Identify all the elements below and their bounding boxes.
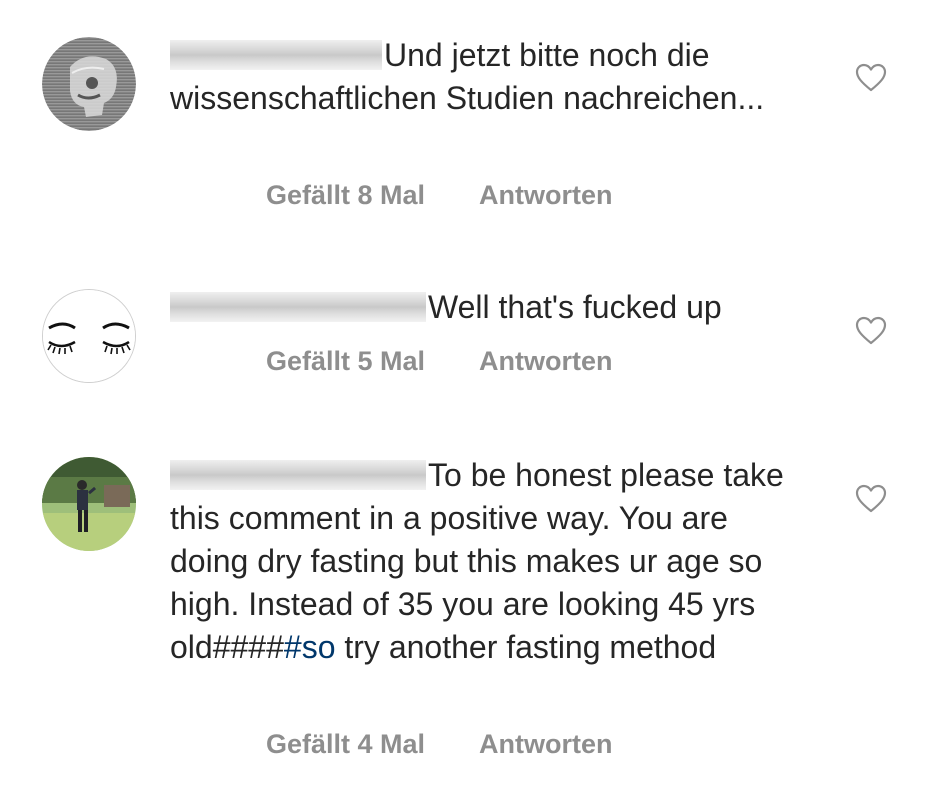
comment-meta: Gefällt 8 Mal Antworten (266, 180, 613, 211)
username-redacted[interactable] (170, 292, 426, 322)
reply-button[interactable]: Antworten (479, 346, 612, 376)
heart-outline-icon (855, 484, 887, 513)
heart-outline-icon (855, 63, 887, 92)
comment-meta: Gefällt 5 Mal Antworten (266, 346, 613, 377)
comment-meta: Gefällt 4 Mal Antworten (266, 729, 613, 760)
comment-text: Well that's fucked up (428, 289, 722, 325)
hashtag-link[interactable]: #so (284, 629, 336, 665)
avatar[interactable] (42, 37, 136, 131)
reply-button[interactable]: Antworten (479, 180, 612, 210)
comment-body: To be honest please take this comment in… (170, 454, 810, 669)
avatar[interactable] (42, 289, 136, 383)
comment-body: Und jetzt bitte noch die wissenschaftlic… (170, 34, 810, 120)
like-count[interactable]: Gefällt 5 Mal (266, 346, 425, 376)
reply-button[interactable]: Antworten (479, 729, 612, 759)
comment-body: Well that's fucked up (170, 286, 810, 329)
avatar[interactable] (42, 457, 136, 551)
like-button[interactable] (855, 484, 887, 514)
like-button[interactable] (855, 63, 887, 93)
eyelashes-avatar (43, 290, 135, 382)
like-count[interactable]: Gefällt 8 Mal (266, 180, 425, 210)
heart-outline-icon (855, 316, 887, 345)
username-redacted[interactable] (170, 460, 426, 490)
username-redacted[interactable] (170, 40, 382, 70)
like-button[interactable] (855, 316, 887, 346)
person-outdoors-avatar (42, 457, 136, 551)
like-count[interactable]: Gefällt 4 Mal (266, 729, 425, 759)
skull-xray-avatar (42, 37, 136, 131)
comment-text-continued: try another fasting method (335, 629, 717, 665)
